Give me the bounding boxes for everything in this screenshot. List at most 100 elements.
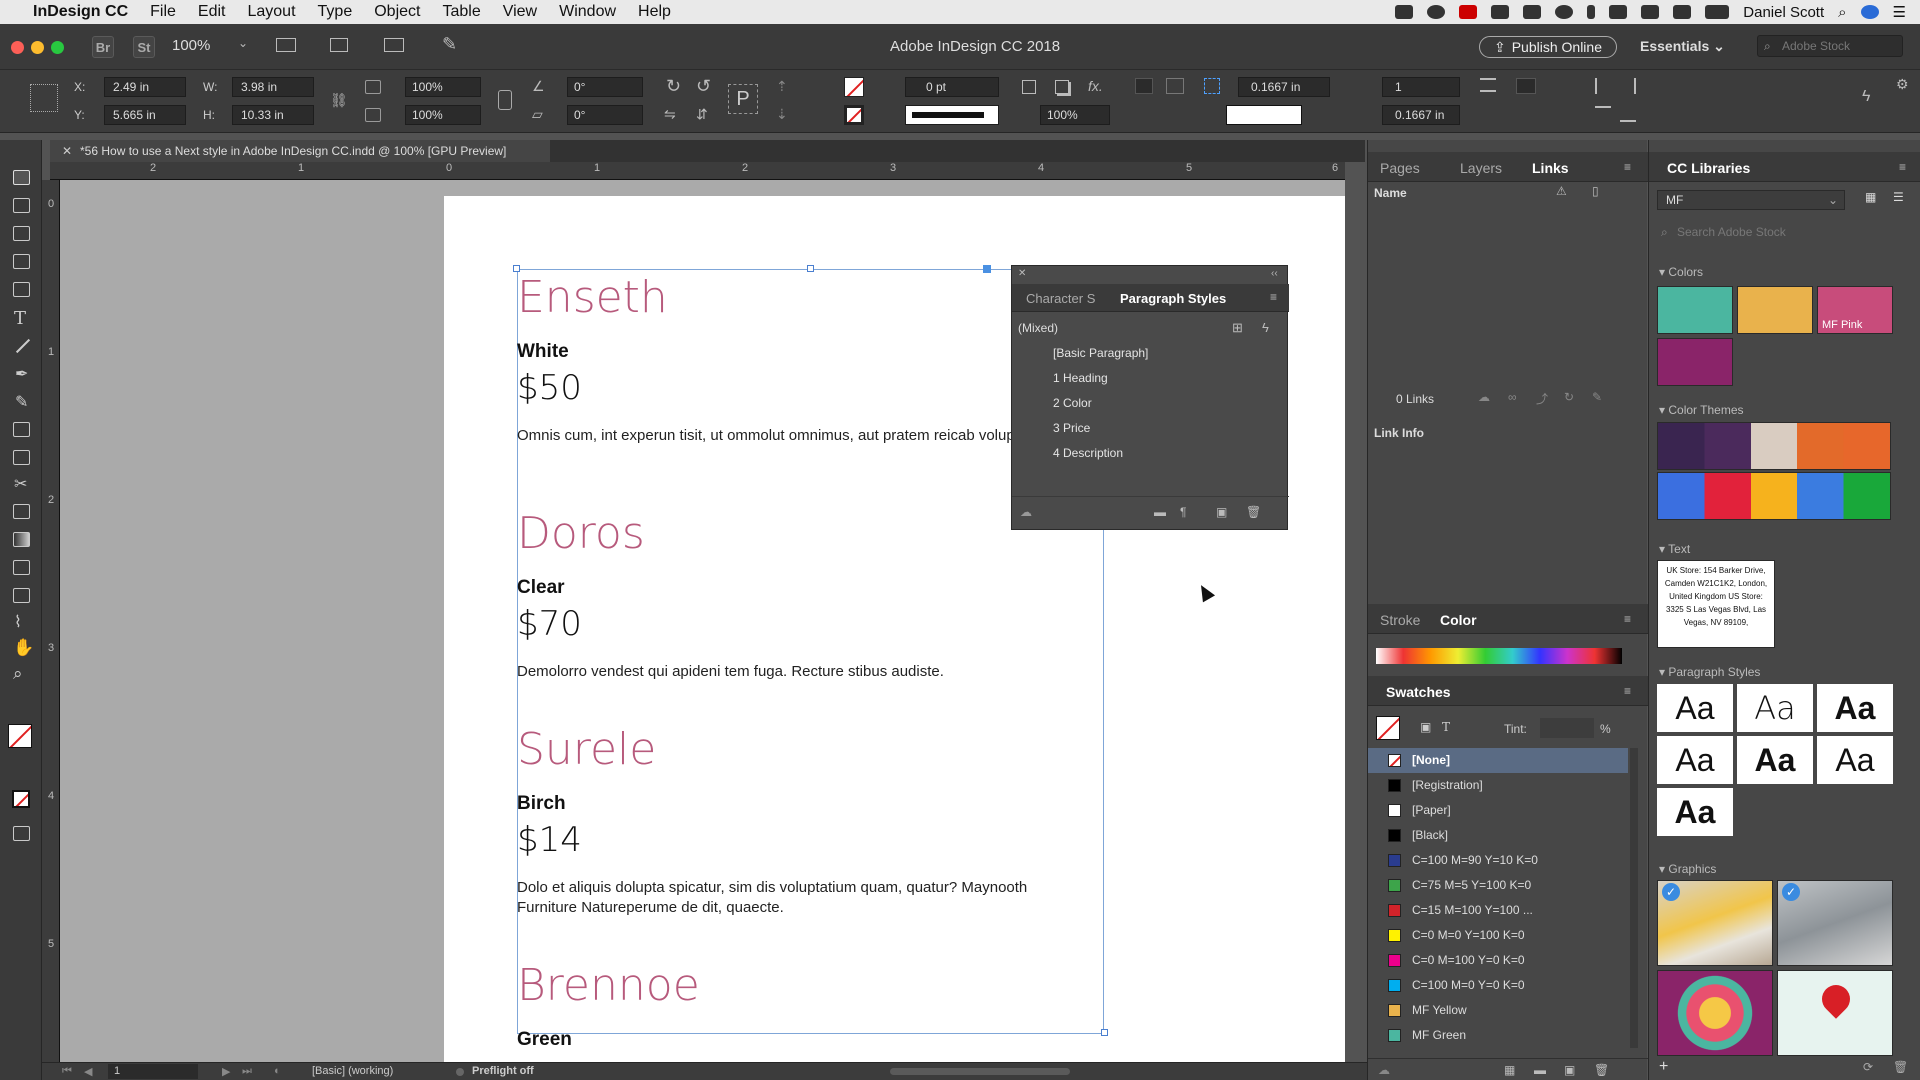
align-objects-icon[interactable]	[1595, 78, 1611, 94]
document-tab[interactable]: ✕ *56 How to use a Next style in Adobe I…	[50, 140, 550, 162]
swatch-row[interactable]: MF Yellow	[1368, 998, 1628, 1023]
scale-y-field[interactable]: 100%	[405, 105, 481, 125]
library-select[interactable]: MF ⌄	[1657, 190, 1845, 210]
library-style-tile[interactable]: Aa	[1817, 684, 1893, 732]
working-style[interactable]: [Basic] (working)	[312, 1065, 393, 1077]
sync-icon[interactable]: ⟳	[1863, 1060, 1873, 1074]
text-section-label[interactable]: ▾ Text	[1659, 542, 1690, 556]
panel-menu-icon[interactable]: ≡	[1899, 160, 1906, 174]
new-folder-icon[interactable]: ▬	[1534, 1063, 1546, 1077]
stock-search-input[interactable]: ⌕ Search Adobe Stock	[1657, 222, 1909, 242]
page-tool-icon[interactable]	[13, 226, 30, 241]
gutter-field-1[interactable]: 0.1667 in	[1238, 77, 1330, 97]
library-style-tile[interactable]: Aa	[1817, 736, 1893, 784]
horizontal-ruler[interactable]: 2 1 0 1 2 3 4 5 6	[50, 162, 1345, 180]
frame-handle[interactable]	[1101, 1029, 1108, 1036]
delete-swatch-icon[interactable]: 🗑	[1594, 1063, 1609, 1077]
content-collector-icon[interactable]	[13, 282, 30, 297]
new-style-group-icon[interactable]: ⊞	[1232, 320, 1243, 336]
library-style-tile[interactable]: Aa	[1737, 736, 1813, 784]
paragraph-styles-section-label[interactable]: ▾ Paragraph Styles	[1659, 665, 1760, 679]
swatches-title[interactable]: Swatches	[1386, 684, 1451, 700]
swatch-row[interactable]: C=100 M=90 Y=10 K=0	[1368, 848, 1628, 873]
style-item[interactable]: [Basic Paragraph]	[1053, 346, 1148, 360]
y-field[interactable]: 5.665 in	[104, 105, 186, 125]
frame-handle[interactable]	[513, 265, 520, 272]
menu-layout[interactable]: Layout	[236, 3, 306, 21]
collapse-panel-icon[interactable]: ‹‹	[1271, 268, 1278, 279]
swatch-row[interactable]: C=15 M=100 Y=100 ...	[1368, 898, 1628, 923]
color-tile-teal[interactable]	[1657, 286, 1733, 334]
time-machine-icon[interactable]	[1555, 5, 1574, 19]
scale-x-field[interactable]: 100%	[405, 77, 481, 97]
color-themes-section-label[interactable]: ▾ Color Themes	[1659, 403, 1744, 417]
pen-tool-icon[interactable]: ✒	[15, 364, 28, 384]
cc-libraries-title[interactable]: CC Libraries	[1667, 160, 1750, 176]
fill-stroke-icon[interactable]	[8, 724, 32, 748]
flip-horizontal-icon[interactable]: ⇋	[664, 106, 676, 123]
library-style-tile[interactable]: Aa	[1737, 684, 1813, 732]
swatch-row[interactable]: C=75 M=5 Y=100 K=0	[1368, 873, 1628, 898]
direct-selection-tool-icon[interactable]	[13, 198, 30, 213]
grid-view-icon[interactable]: ▦	[1865, 190, 1876, 204]
apply-none-icon[interactable]	[12, 790, 30, 808]
menu-edit[interactable]: Edit	[187, 3, 237, 21]
bluetooth-icon[interactable]	[1587, 5, 1596, 19]
scissors-tool-icon[interactable]: ✂	[14, 474, 27, 494]
text-fill-icon[interactable]: T	[1442, 720, 1450, 734]
frame-fitting-icon[interactable]	[1022, 80, 1036, 94]
menu-type[interactable]: Type	[307, 3, 364, 21]
effects-fx-icon[interactable]: fx.	[1088, 78, 1103, 94]
style-item[interactable]: 2 Color	[1053, 396, 1092, 410]
links-name-header[interactable]: Name	[1374, 186, 1407, 200]
minimize-window-icon[interactable]	[31, 41, 44, 54]
horizontal-scrollbar[interactable]	[890, 1068, 1070, 1075]
swatch-row[interactable]: [Registration]	[1368, 773, 1628, 798]
text-wrap-icon[interactable]	[1480, 78, 1496, 92]
cc-library-icon[interactable]: ☁	[1020, 505, 1032, 519]
swatch-row[interactable]: C=100 M=0 Y=0 K=0	[1368, 973, 1628, 998]
opacity-field[interactable]: 100%	[1040, 105, 1110, 125]
graphic-ireland-map-image[interactable]	[1657, 970, 1773, 1056]
view-options-icon[interactable]	[276, 38, 296, 52]
next-page-icon[interactable]: ▶	[222, 1065, 230, 1078]
stroke-type-select[interactable]	[905, 105, 999, 125]
h-field[interactable]: 10.33 in	[232, 105, 314, 125]
style-item[interactable]: 3 Price	[1053, 421, 1090, 435]
text-wrap-2-icon[interactable]	[1516, 78, 1536, 94]
menu-object[interactable]: Object	[363, 3, 431, 21]
color-spectrum-bar[interactable]	[1376, 648, 1622, 664]
first-page-icon[interactable]: ⏮	[62, 1065, 72, 1078]
align-top-icon[interactable]	[1595, 106, 1611, 122]
colors-section-label[interactable]: ▾ Colors	[1659, 265, 1703, 279]
tab-color[interactable]: Color	[1440, 612, 1477, 628]
page-icon[interactable]: ▯	[1592, 184, 1599, 198]
swatch-row[interactable]: C=0 M=0 Y=100 K=0	[1368, 923, 1628, 948]
tint-field[interactable]	[1540, 718, 1594, 738]
rotate-cw-icon[interactable]: ↻	[666, 76, 681, 97]
quick-apply-icon[interactable]: ϟ	[1262, 320, 1269, 335]
rotate-ccw-icon[interactable]: ↺	[696, 76, 711, 97]
new-group-icon[interactable]: ▬	[1154, 505, 1166, 519]
panel-menu-icon[interactable]: ≡	[1624, 684, 1631, 698]
type-tool-icon[interactable]: T	[14, 308, 26, 329]
frame-handle[interactable]	[807, 265, 814, 272]
graphic-map-pin-image[interactable]	[1777, 970, 1893, 1056]
rotate-field[interactable]: 0°	[567, 77, 643, 97]
tab-pages[interactable]: Pages	[1380, 160, 1420, 176]
text-snippet-tile[interactable]: UK Store: 154 Barker Drive, Camden W21C1…	[1657, 560, 1775, 648]
columns-field[interactable]: 1	[1382, 77, 1460, 97]
relink-icon[interactable]: ∞	[1508, 390, 1517, 404]
library-style-tile[interactable]: Aa	[1657, 736, 1733, 784]
tab-stroke[interactable]: Stroke	[1380, 612, 1420, 628]
spotlight-icon[interactable]: ⌕	[1838, 4, 1846, 21]
clear-overrides-icon[interactable]: ¶	[1180, 505, 1186, 519]
close-window-icon[interactable]	[11, 41, 24, 54]
menu-view[interactable]: View	[492, 3, 548, 21]
new-swatch-icon[interactable]: ▣	[1564, 1063, 1575, 1077]
style-item[interactable]: 1 Heading	[1053, 371, 1108, 385]
graphic-bathroom-image[interactable]: ✓	[1777, 880, 1893, 966]
constrain-proportions-icon[interactable]: ⛓	[330, 92, 348, 109]
align-vertical-icon[interactable]	[1166, 78, 1184, 94]
style-item[interactable]: 4 Description	[1053, 446, 1123, 460]
